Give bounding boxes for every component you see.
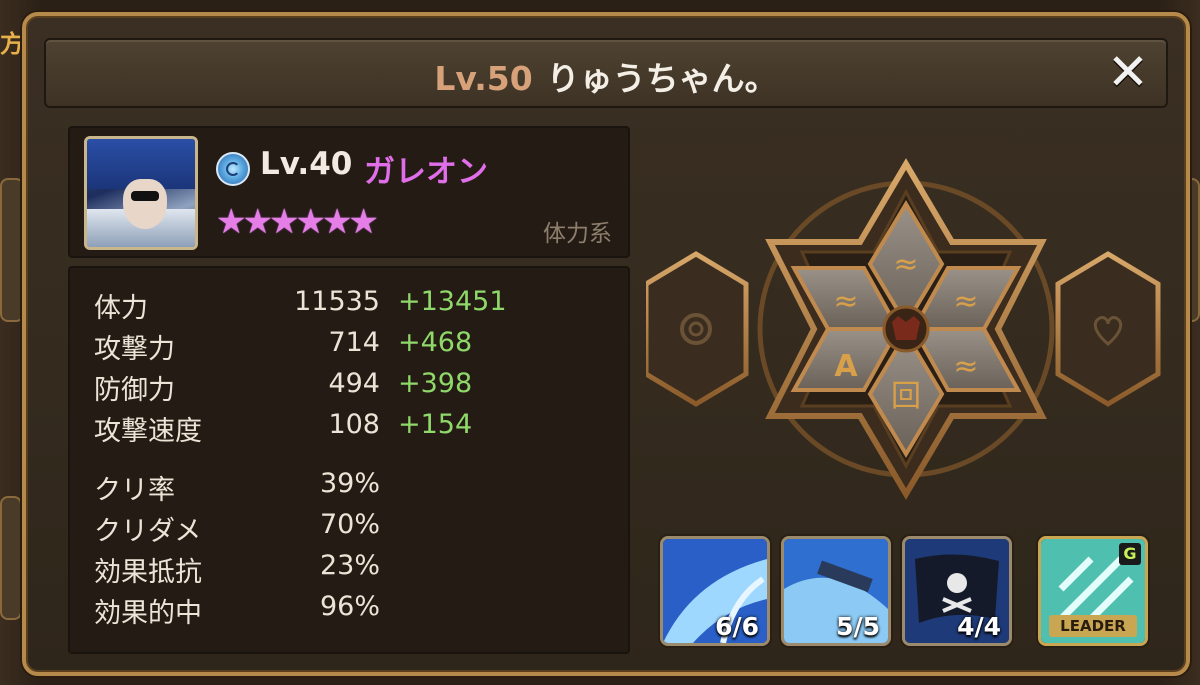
- stats-panel: 体力 11535 +13451 攻撃力 714 +468 防御力 494 +39…: [68, 266, 630, 654]
- leader-label: LEADER: [1049, 615, 1137, 637]
- skill-level: 4/4: [957, 612, 1001, 641]
- guild-badge-icon: G: [1119, 543, 1141, 565]
- player-name: りゅうちゃん。: [546, 59, 778, 98]
- rune-board: ≈ ≈ ≈ 回 A ≈: [646, 146, 1166, 526]
- portrait-face: [123, 179, 167, 229]
- skill-3-button[interactable]: 4/4: [902, 536, 1012, 646]
- stat-base-value: 23%: [319, 550, 380, 581]
- stat-base-value: 108: [328, 409, 380, 440]
- stat-label: クリ率: [94, 475, 175, 506]
- monster-type: 体力系: [543, 221, 612, 247]
- svg-text:≈: ≈: [833, 284, 858, 319]
- stat-base-value: 494: [328, 368, 380, 399]
- close-button[interactable]: ✕: [1104, 46, 1152, 98]
- player-level: Lv.50: [434, 59, 533, 98]
- svg-text:≈: ≈: [953, 349, 978, 384]
- skill-level: 6/6: [715, 612, 759, 641]
- heart-artifact-icon[interactable]: [1055, 251, 1161, 407]
- stat-bonus-value: +154: [398, 409, 473, 440]
- svg-text:回: 回: [891, 379, 921, 414]
- center-emblem-icon: [882, 305, 930, 353]
- portrait-eyepatch: [131, 191, 159, 201]
- rune-board-graphic: ≈ ≈ ≈ 回 A ≈: [646, 158, 1161, 500]
- stat-label: 攻撃力: [94, 334, 175, 365]
- stat-label: 防御力: [94, 375, 175, 406]
- stat-base-value: 96%: [319, 591, 380, 622]
- skill-2-button[interactable]: 5/5: [781, 536, 891, 646]
- skill-level: 5/5: [836, 612, 880, 641]
- stat-base-value: 39%: [319, 468, 380, 499]
- svg-text:≈: ≈: [893, 247, 918, 282]
- stat-base-value: 70%: [319, 509, 380, 540]
- page-title: Lv.50 りゅうちゃん。: [46, 52, 1166, 100]
- stat-label: 効果的中: [94, 598, 202, 629]
- monster-level: Lv.40: [260, 146, 353, 182]
- svg-text:A: A: [834, 349, 858, 384]
- stat-label: クリダメ: [94, 516, 202, 547]
- background-tab-text: 方: [0, 30, 24, 58]
- star-rating: ★★★★★★: [216, 202, 379, 242]
- monster-info-panel: Lv.50 りゅうちゃん。 ✕ Lv.40 ガレオン ★★★★★★ 体力系 体力 …: [22, 12, 1190, 676]
- svg-text:≈: ≈: [953, 284, 978, 319]
- stat-base-value: 11535: [294, 286, 380, 317]
- title-bar: Lv.50 りゅうちゃん。 ✕: [44, 38, 1168, 108]
- background-card-left-bottom: [0, 496, 22, 620]
- stat-label: 攻撃速度: [94, 416, 202, 447]
- stat-bonus-value: +398: [398, 368, 473, 399]
- wind-element-icon: [216, 152, 250, 186]
- stat-label: 効果抵抗: [94, 557, 202, 588]
- stat-base-value: 714: [328, 327, 380, 358]
- monster-portrait[interactable]: [84, 136, 198, 250]
- skill-1-button[interactable]: 6/6: [660, 536, 770, 646]
- monster-name: ガレオン: [364, 154, 488, 190]
- monster-header: Lv.40 ガレオン ★★★★★★ 体力系: [68, 126, 630, 258]
- stat-bonus-value: +13451: [398, 286, 507, 317]
- leader-skill-button[interactable]: G LEADER: [1038, 536, 1148, 646]
- stat-bonus-value: +468: [398, 327, 473, 358]
- background-card-left-top: [0, 178, 24, 322]
- spiral-artifact-icon[interactable]: [646, 251, 749, 407]
- stat-label: 体力: [94, 293, 148, 324]
